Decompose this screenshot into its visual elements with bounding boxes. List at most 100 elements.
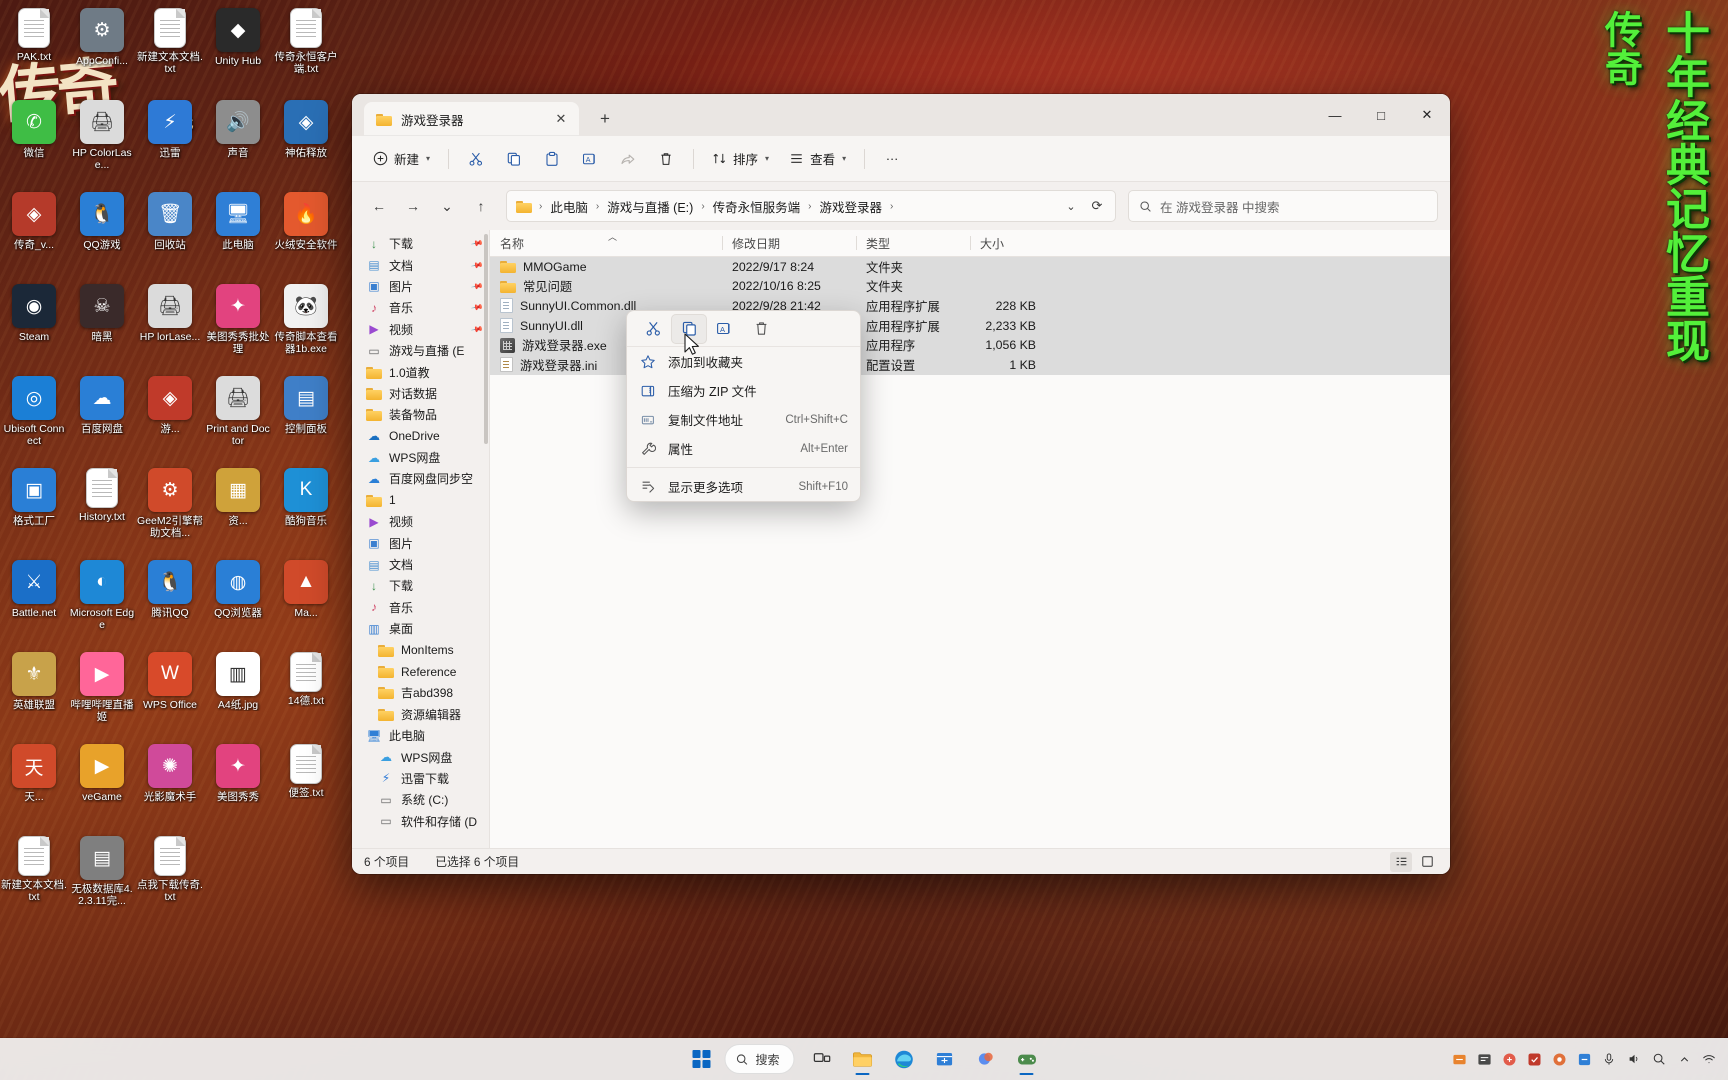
- back-button[interactable]: ←: [364, 191, 394, 221]
- sidebar-scrollbar-thumb[interactable]: [484, 234, 488, 444]
- refresh-button[interactable]: ⟳: [1085, 194, 1109, 218]
- sidebar-item-3[interactable]: ♪ 音乐 📌: [352, 297, 490, 318]
- desktop-icon-4[interactable]: 传奇永恒客户端.txt: [272, 8, 340, 100]
- sidebar-item-22[interactable]: 资源编辑器: [352, 704, 490, 725]
- sidebar-item-13[interactable]: ▶ 视频: [352, 511, 490, 532]
- desktop-icon-26[interactable]: History.txt: [68, 468, 136, 560]
- sidebar-item-25[interactable]: ⚡ 迅雷下载: [352, 768, 490, 789]
- context-menu-item-favorites[interactable]: 添加到收藏夹: [627, 347, 860, 376]
- desktop-icon-42[interactable]: ✺ 光影魔术手: [136, 744, 204, 836]
- sidebar-item-1[interactable]: ▤ 文档 📌: [352, 254, 490, 275]
- tray-app-1[interactable]: [1448, 1048, 1470, 1070]
- close-window-button[interactable]: ✕: [1404, 94, 1450, 136]
- desktop-icon-0[interactable]: PAK.txt: [0, 8, 68, 100]
- sidebar-item-27[interactable]: ▭ 软件和存储 (D: [352, 811, 490, 832]
- sidebar-item-14[interactable]: ▣ 图片: [352, 532, 490, 553]
- delete-button[interactable]: [648, 143, 684, 175]
- desktop-icon-30[interactable]: ⚔ Battle.net: [0, 560, 68, 652]
- desktop-icon-39[interactable]: 14德.txt: [272, 652, 340, 744]
- forward-button[interactable]: →: [398, 191, 428, 221]
- desktop-icon-25[interactable]: ▣ 格式工厂: [0, 468, 68, 560]
- sidebar-item-10[interactable]: ☁ WPS网盘: [352, 447, 490, 468]
- new-tab-button[interactable]: +: [589, 104, 621, 134]
- new-button[interactable]: 新建 ▾: [364, 143, 439, 175]
- table-row[interactable]: MMOGame 2022/9/17 8:24 文件夹: [490, 257, 1450, 277]
- desktop-icon-1[interactable]: ⚙ AppConfi...: [68, 8, 136, 100]
- desktop-icon-28[interactable]: ▦ 资...: [204, 468, 272, 560]
- delete-icon[interactable]: [743, 314, 779, 344]
- sidebar-item-7[interactable]: 对话数据: [352, 383, 490, 404]
- desktop-icon-19[interactable]: 🐼 传奇脚本查看器1b.exe: [272, 284, 340, 376]
- desktop-icon-9[interactable]: ◈ 神佑释放: [272, 100, 340, 192]
- desktop-icon-14[interactable]: 🔥 火绒安全软件: [272, 192, 340, 284]
- desktop-icon-23[interactable]: 🖨 Print and Doctor: [204, 376, 272, 468]
- tray-app-6[interactable]: [1573, 1048, 1595, 1070]
- context-menu-item-properties[interactable]: 属性 Alt+Enter: [627, 434, 860, 463]
- app-taskbar-button[interactable]: [968, 1042, 1004, 1076]
- pin-icon[interactable]: 📌: [470, 301, 483, 314]
- breadcrumb-3[interactable]: 游戏登录器: [815, 194, 888, 219]
- desktop-icon-41[interactable]: ▶ veGame: [68, 744, 136, 836]
- breadcrumb-1[interactable]: 游戏与直播 (E:): [602, 194, 698, 219]
- search-box[interactable]: 在 游戏登录器 中搜索: [1128, 190, 1438, 222]
- details-view-button[interactable]: [1390, 851, 1412, 872]
- navigation-pane[interactable]: ↓ 下载 📌 ▤ 文档 📌 ▣ 图片 📌 ♪ 音乐 📌 ▶ 视频 📌 ▭ 游戏与直播 (E 1.0道教 对话数据 装备…: [352, 230, 490, 848]
- sidebar-item-16[interactable]: ↓ 下载: [352, 575, 490, 596]
- desktop-icon-32[interactable]: 🐧 腾讯QQ: [136, 560, 204, 652]
- breadcrumb-0[interactable]: 此电脑: [545, 194, 593, 219]
- desktop-icon-45[interactable]: 新建文本文档.txt: [0, 836, 68, 928]
- pin-icon[interactable]: 📌: [470, 237, 483, 250]
- tray-app-3[interactable]: [1498, 1048, 1520, 1070]
- desktop-icon-20[interactable]: ◎ Ubisoft Connect: [0, 376, 68, 468]
- up-button[interactable]: ↑: [466, 191, 496, 221]
- column-header-date[interactable]: 修改日期: [722, 230, 856, 256]
- sidebar-item-26[interactable]: ▭ 系统 (C:): [352, 789, 490, 810]
- sidebar-item-9[interactable]: ☁ OneDrive: [352, 426, 490, 447]
- desktop-icon-21[interactable]: ☁ 百度网盘: [68, 376, 136, 468]
- desktop-icon-27[interactable]: ⚙ GeeM2引擎帮助文档...: [136, 468, 204, 560]
- cut-button[interactable]: [458, 143, 494, 175]
- desktop-icon-22[interactable]: ◈ 游...: [136, 376, 204, 468]
- desktop-icon-34[interactable]: ▲ Ma...: [272, 560, 340, 652]
- desktop-icon-46[interactable]: ▤ 无极数据库4.2.3.11完...: [68, 836, 136, 928]
- copy-icon[interactable]: [671, 313, 707, 344]
- tray-app-2[interactable]: [1473, 1048, 1495, 1070]
- game-taskbar-button[interactable]: [1009, 1042, 1045, 1076]
- explorer-tab[interactable]: 游戏登录器 ✕: [364, 102, 579, 136]
- pin-icon[interactable]: 📌: [470, 259, 483, 272]
- desktop-icon-18[interactable]: ✦ 美图秀秀批处理: [204, 284, 272, 376]
- volume-icon[interactable]: [1623, 1048, 1645, 1070]
- edge-taskbar-button[interactable]: [886, 1042, 922, 1076]
- desktop-icon-24[interactable]: ▤ 控制面板: [272, 376, 340, 468]
- sidebar-item-0[interactable]: ↓ 下载 📌: [352, 233, 490, 254]
- desktop-icon-43[interactable]: ✦ 美图秀秀: [204, 744, 272, 836]
- desktop-icon-35[interactable]: ⚜ 英雄联盟: [0, 652, 68, 744]
- sidebar-item-20[interactable]: Reference: [352, 661, 490, 682]
- recent-locations-button[interactable]: ⌄: [432, 191, 462, 221]
- file-explorer-taskbar-button[interactable]: [845, 1042, 881, 1076]
- store-taskbar-button[interactable]: [927, 1042, 963, 1076]
- mic-icon[interactable]: [1598, 1048, 1620, 1070]
- maximize-button[interactable]: □: [1358, 94, 1404, 136]
- desktop-icon-13[interactable]: 🖥 此电脑: [204, 192, 272, 284]
- address-bar[interactable]: › 此电脑 › 游戏与直播 (E:) › 传奇永恒服务端 › 游戏登录器 › ⌄…: [506, 190, 1116, 222]
- desktop-icon-37[interactable]: W WPS Office: [136, 652, 204, 744]
- sidebar-item-2[interactable]: ▣ 图片 📌: [352, 276, 490, 297]
- share-button[interactable]: [610, 143, 646, 175]
- context-menu-item-zip[interactable]: 压缩为 ZIP 文件: [627, 376, 860, 405]
- desktop-icon-38[interactable]: ▥ A4纸.jpg: [204, 652, 272, 744]
- minimize-button[interactable]: —: [1312, 94, 1358, 136]
- sidebar-item-17[interactable]: ♪ 音乐: [352, 597, 490, 618]
- column-header-name[interactable]: 名称 ︿: [490, 230, 722, 256]
- desktop-icon-44[interactable]: 便签.txt: [272, 744, 340, 836]
- chevron-up-icon[interactable]: [1673, 1048, 1695, 1070]
- address-dropdown-button[interactable]: ⌄: [1059, 194, 1083, 218]
- view-button[interactable]: 查看 ▾: [780, 143, 855, 175]
- sidebar-item-6[interactable]: 1.0道教: [352, 361, 490, 382]
- search-tray-icon[interactable]: [1648, 1048, 1670, 1070]
- desktop-icon-8[interactable]: 🔊 声音: [204, 100, 272, 192]
- large-icons-view-button[interactable]: [1416, 852, 1438, 872]
- desktop-icon-16[interactable]: ☠ 暗黑: [68, 284, 136, 376]
- desktop-icon-36[interactable]: ▶ 哔哩哔哩直播姬: [68, 652, 136, 744]
- sort-button[interactable]: 排序 ▾: [703, 143, 778, 175]
